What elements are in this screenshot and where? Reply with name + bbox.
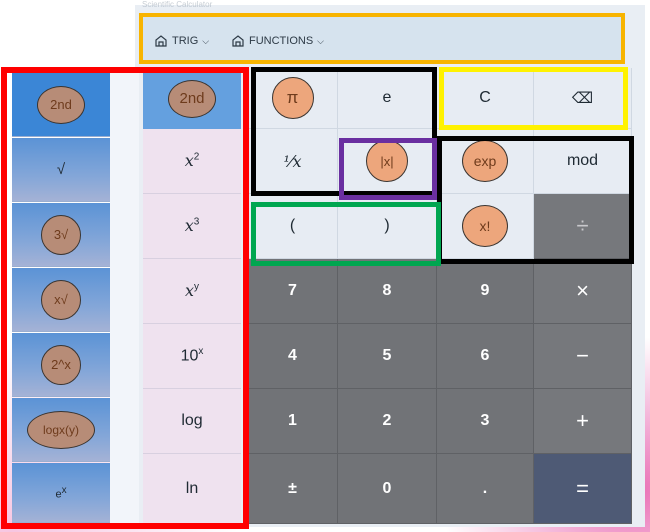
equals-key[interactable]: = <box>534 454 632 524</box>
panel-gap <box>110 67 139 527</box>
equals-label: = <box>576 475 589 501</box>
exp-key[interactable]: exp <box>437 129 534 194</box>
power-key[interactable]: xy <box>143 259 241 324</box>
zero-key[interactable]: 0 <box>338 454 437 524</box>
decimal-key[interactable]: . <box>437 454 534 524</box>
ln-key[interactable]: ln <box>143 454 241 524</box>
trig-label: TRIG <box>172 35 199 47</box>
trig-icon <box>154 34 168 48</box>
eight-key[interactable]: 8 <box>338 259 437 324</box>
multiply-key[interactable]: × <box>534 259 632 324</box>
left-two-power-x-key[interactable]: 2^x <box>12 333 110 397</box>
trig-button[interactable]: TRIG ⌵ <box>154 31 209 51</box>
ten-power-label: 10x <box>180 346 204 365</box>
exp-label: exp <box>462 140 508 182</box>
square-label: x2 <box>184 151 200 170</box>
log-key[interactable]: log <box>143 389 241 454</box>
left-two-power-x-label: 2^x <box>41 344 81 385</box>
five-key[interactable]: 5 <box>338 324 437 389</box>
toolbar: TRIG ⌵ FUNCTIONS ⌵ <box>139 13 625 64</box>
reciprocal-key[interactable]: ⅟x <box>248 129 338 194</box>
abs-key[interactable]: |x| <box>338 129 437 194</box>
left-2nd-key[interactable]: 2nd <box>12 73 110 137</box>
log-label: log <box>181 412 203 429</box>
mod-label: mod <box>566 152 599 169</box>
e-key[interactable]: e <box>338 68 437 129</box>
left-cube-root-key[interactable]: 3√ <box>12 203 110 267</box>
three-key[interactable]: 3 <box>437 389 534 454</box>
three-label: 3 <box>480 412 490 429</box>
clear-key[interactable]: C <box>437 68 534 129</box>
square-key[interactable]: x2 <box>143 129 241 194</box>
nine-key[interactable]: 9 <box>437 259 534 324</box>
two-label: 2 <box>382 412 392 429</box>
pi-label: π <box>271 77 314 119</box>
one-key[interactable]: 1 <box>248 389 338 454</box>
left-cube-root-label: 3√ <box>41 214 81 255</box>
left-log-base-label: logx(y) <box>27 410 95 449</box>
functions-label: FUNCTIONS <box>249 35 314 47</box>
open-paren-key[interactable]: ( <box>248 194 338 259</box>
abs-label: |x| <box>366 140 408 182</box>
factorial-key[interactable]: x! <box>437 194 534 259</box>
left-x-root-label: x√ <box>41 279 81 320</box>
plus-minus-label: ± <box>288 479 297 497</box>
plus-minus-key[interactable]: ± <box>248 454 338 524</box>
left-2nd-label: 2nd <box>37 85 85 124</box>
divide-key[interactable]: ÷ <box>534 194 632 259</box>
backspace-key[interactable]: ⌫ <box>534 68 632 129</box>
mod-key[interactable]: mod <box>534 129 632 194</box>
minus-label: − <box>576 343 589 368</box>
e-label: e <box>382 89 392 106</box>
minus-key[interactable]: − <box>534 324 632 389</box>
left-e-power-x-label: ex <box>55 484 67 501</box>
one-label: 1 <box>288 412 297 429</box>
pi-key[interactable]: π <box>248 68 338 129</box>
cube-label: x3 <box>184 216 200 235</box>
chevron-down-icon: ⌵ <box>317 35 324 46</box>
four-label: 4 <box>288 347 297 364</box>
eight-label: 8 <box>382 282 392 299</box>
second-2nd-key[interactable]: 2nd <box>143 68 241 129</box>
functions-button[interactable]: FUNCTIONS ⌵ <box>231 31 324 51</box>
nine-label: 9 <box>480 282 490 299</box>
divide-label: ÷ <box>576 213 589 238</box>
multiply-label: × <box>576 278 589 303</box>
open-paren-label: ( <box>289 217 296 234</box>
left-sqrt-key[interactable]: √ <box>12 138 110 202</box>
six-key[interactable]: 6 <box>437 324 534 389</box>
ln-label: ln <box>185 479 199 497</box>
factorial-label: x! <box>462 205 508 247</box>
plus-key[interactable]: + <box>534 389 632 454</box>
plus-label: + <box>576 408 589 433</box>
left-e-power-x-key[interactable]: ex <box>12 463 110 523</box>
close-paren-key[interactable]: ) <box>338 194 437 259</box>
decimal-label: . <box>482 479 488 497</box>
chevron-down-icon: ⌵ <box>202 35 210 46</box>
second-2nd-label: 2nd <box>168 79 216 118</box>
ten-power-key[interactable]: 10x <box>143 324 241 389</box>
left-log-base-key[interactable]: logx(y) <box>12 398 110 462</box>
left-x-root-key[interactable]: x√ <box>12 268 110 332</box>
seven-label: 7 <box>288 282 297 299</box>
four-key[interactable]: 4 <box>248 324 338 389</box>
reciprocal-label: ⅟x <box>283 151 302 171</box>
close-paren-label: ) <box>384 217 390 234</box>
zero-label: 0 <box>382 479 392 497</box>
backspace-icon: ⌫ <box>571 90 594 107</box>
two-key[interactable]: 2 <box>338 389 437 454</box>
functions-icon <box>231 34 245 48</box>
seven-key[interactable]: 7 <box>248 259 338 324</box>
clear-label: C <box>479 89 491 106</box>
power-label: xy <box>184 281 200 300</box>
left-sqrt-label: √ <box>56 161 66 178</box>
five-label: 5 <box>382 347 392 364</box>
six-label: 6 <box>480 347 490 364</box>
window-title: Scientific Calculator <box>142 0 213 9</box>
cube-key[interactable]: x3 <box>143 194 241 259</box>
